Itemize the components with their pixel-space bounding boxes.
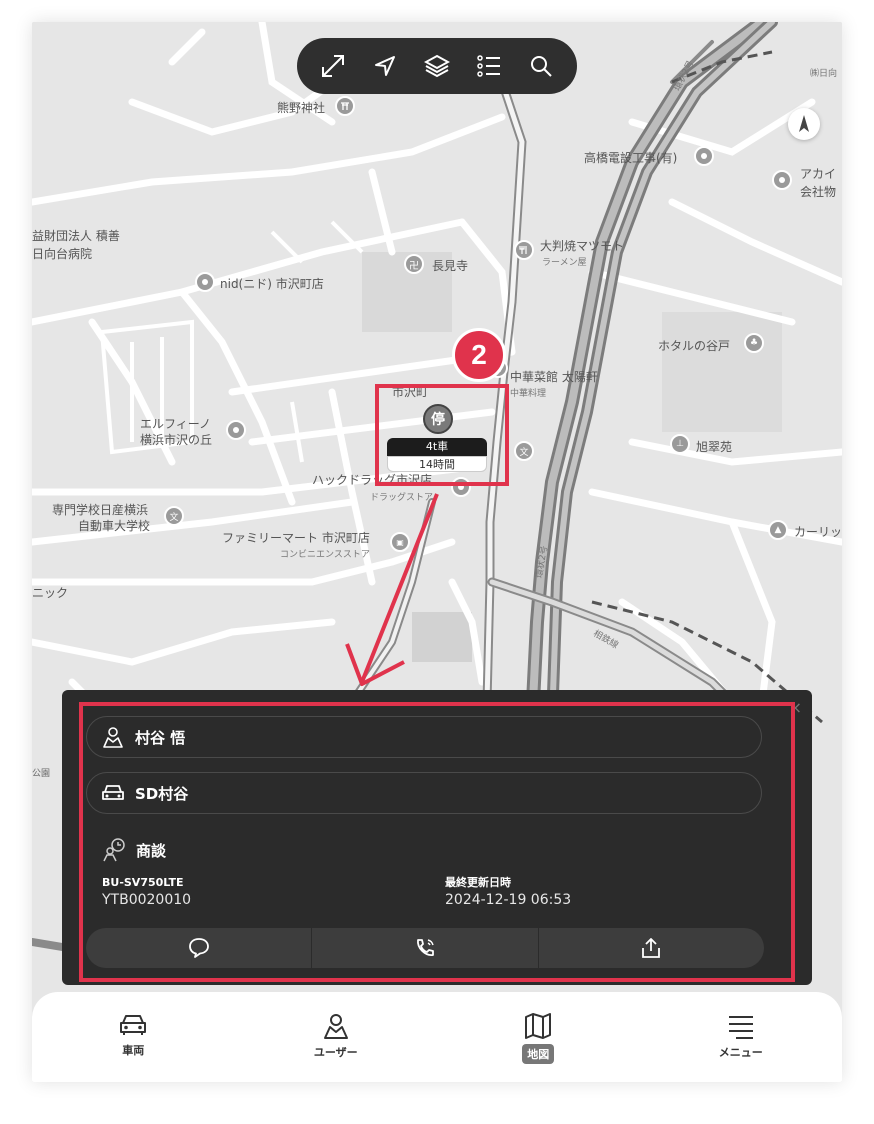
nav-label-users: ユーザー [313, 1046, 358, 1059]
nav-vehicles[interactable]: 車両 [32, 992, 235, 1082]
user-icon [323, 1014, 348, 1039]
nav-label-map: 地図 [522, 1044, 555, 1064]
app-frame: 熊野神社 益財団法人 積善 日向台病院 nid(ニド) 市沢町店 卍 長見寺 大… [32, 22, 842, 1082]
step-badge: 2 [452, 328, 506, 382]
nav-map[interactable]: 地図 [437, 992, 640, 1082]
nav-menu[interactable]: メニュー [640, 992, 843, 1082]
nav-users[interactable]: ユーザー [235, 992, 438, 1082]
menu-icon [728, 1016, 753, 1039]
nav-label-menu: メニュー [718, 1046, 763, 1059]
map-icon [525, 1013, 552, 1039]
nav-label-vehicles: 車両 [122, 1044, 145, 1057]
bottom-nav: 車両 ユーザー 地図 メニュー [32, 992, 842, 1082]
panel-highlight-box [79, 702, 795, 982]
car-icon [120, 1015, 147, 1035]
